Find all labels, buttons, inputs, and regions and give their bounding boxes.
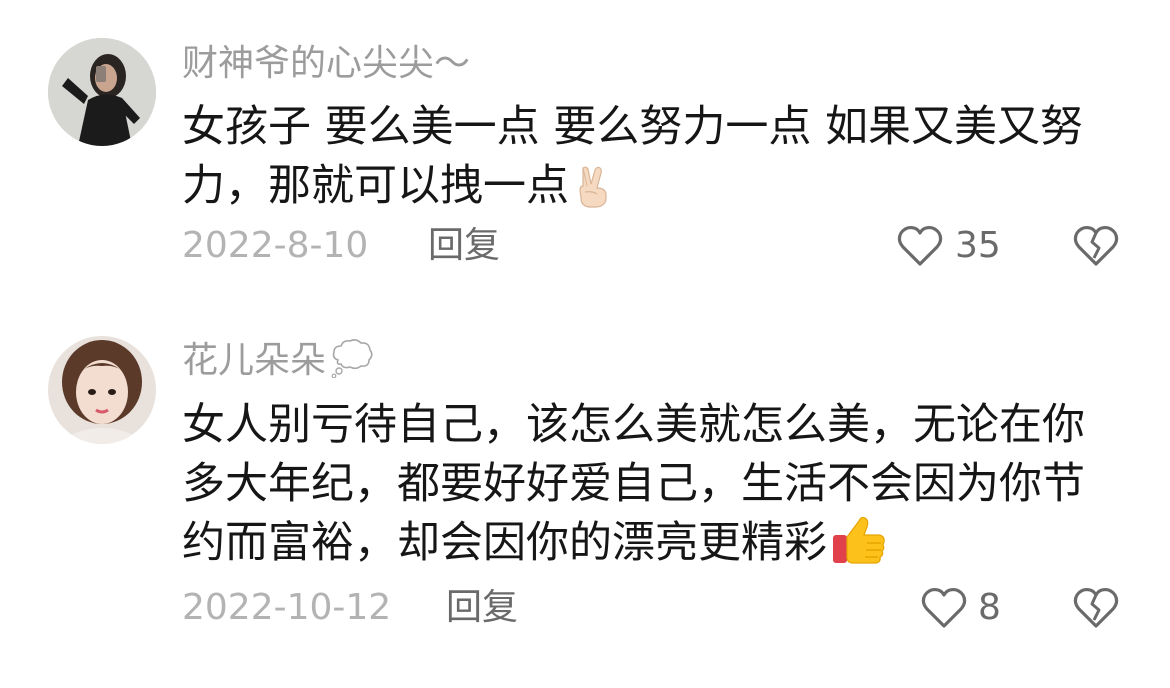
comment-item: 花儿朵朵 女人别亏待自己，该怎么美就怎么美，无论在你多大年纪，都要好好爱自己，生… (0, 300, 1170, 688)
avatar-image (48, 38, 156, 146)
like-heart-icon[interactable] (920, 586, 968, 630)
reply-button[interactable]: 回复 (446, 586, 518, 630)
username[interactable]: 花儿朵朵 (182, 338, 374, 389)
comment-date: 2022-8-10 (182, 225, 369, 266)
comment-date: 2022-10-12 (182, 587, 392, 628)
comment-text: 女人别亏待自己，该怎么美就怎么美，无论在你多大年纪，都要好好爱自己，生活不会因为… (182, 396, 1102, 581)
avatar-image (48, 336, 156, 444)
username[interactable]: 财神爷的心尖尖～ (182, 42, 470, 86)
dislike-broken-heart-icon[interactable] (1072, 224, 1120, 268)
comment-text-content: 女人别亏待自己，该怎么美就怎么美，无论在你多大年纪，都要好好爱自己，生活不会因为… (182, 400, 1085, 568)
thought-balloon-icon (330, 338, 374, 389)
comment-text: 女孩子 要么美一点 要么努力一点 如果又美又努力，那就可以拽一点 (182, 98, 1132, 224)
avatar[interactable] (48, 38, 156, 146)
username-text: 花儿朵朵 (182, 340, 327, 381)
thumbs-up-icon (831, 515, 887, 581)
like-heart-icon[interactable] (896, 224, 944, 268)
comment-text-content: 女孩子 要么美一点 要么努力一点 如果又美又努力，那就可以拽一点 (182, 102, 1084, 211)
avatar[interactable] (48, 336, 156, 444)
like-count: 8 (978, 587, 1001, 628)
reply-button[interactable]: 回复 (428, 224, 500, 268)
like-count: 35 (955, 225, 1001, 266)
victory-hand-icon (573, 164, 613, 224)
comment-item: 财神爷的心尖尖～ 女孩子 要么美一点 要么努力一点 如果又美又努力，那就可以拽一… (0, 0, 1170, 300)
dislike-broken-heart-icon[interactable] (1072, 586, 1120, 630)
